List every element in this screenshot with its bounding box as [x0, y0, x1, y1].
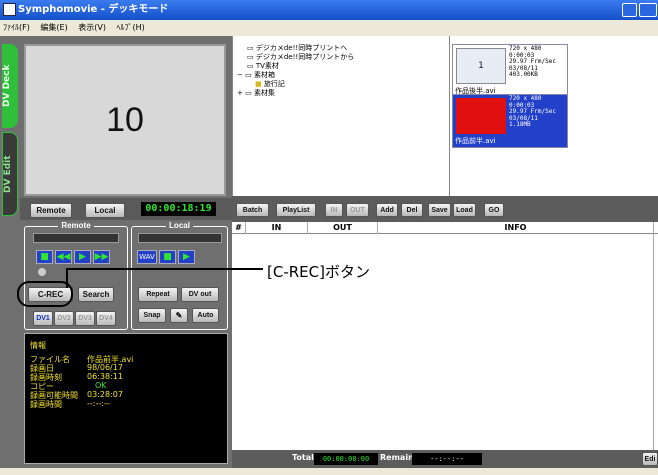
title-bar: Symphomovie - デッキモード	[0, 0, 658, 20]
callout-ring	[17, 281, 73, 307]
playlist-button[interactable]: PlayList	[276, 203, 316, 217]
remote-rewind-button[interactable]: ◀◀	[55, 250, 72, 264]
local-stop-button[interactable]: ■	[159, 250, 176, 264]
edit-button[interactable]: Edi	[642, 452, 658, 466]
dv2-button[interactable]: DV2	[54, 311, 74, 326]
menu-bar: ﾌｧｲﾙ(F) 編集(E) 表示(V) ﾍﾙﾌﾟ(H)	[0, 20, 658, 36]
remote-button[interactable]: Remote	[30, 203, 72, 218]
total-bar: Total 00:00:00:00 Remain --:--:-- Edi	[232, 450, 658, 468]
repeat-button[interactable]: Repeat	[138, 287, 178, 302]
record-indicator	[38, 268, 46, 276]
clip-thumbnail: 1	[456, 48, 506, 84]
remote-play-button[interactable]: ▶	[74, 250, 91, 264]
callout-line	[66, 268, 68, 288]
batch-button[interactable]: Batch	[236, 203, 269, 217]
video-monitor: 10	[24, 44, 226, 196]
remote-fastforward-button[interactable]: ▶▶	[93, 250, 110, 264]
info-value: OK	[95, 381, 107, 390]
column-header-num[interactable]: #	[232, 222, 246, 234]
info-value: --:--:--	[87, 399, 110, 408]
add-button[interactable]: Add	[376, 203, 398, 217]
menu-help[interactable]: ﾍﾙﾌﾟ(H)	[117, 20, 145, 36]
app-icon	[3, 3, 16, 16]
local-jog-slider[interactable]	[138, 233, 222, 243]
remain-timecode: --:--:--	[412, 453, 482, 465]
callout-line	[68, 268, 263, 270]
tool-icon[interactable]: ✎	[170, 308, 188, 323]
minimize-button[interactable]	[622, 3, 637, 17]
callout-label: [C-REC]ボタン	[267, 263, 370, 281]
window-title: Symphomovie - デッキモード	[18, 4, 169, 15]
timecode-display: 00:00:18:19	[141, 202, 216, 216]
clip-card-selected[interactable]: 720 x 480 0:00:03 29.97 Frm/Sec 03/08/11…	[452, 94, 568, 148]
clip-info: 720 x 480 0:00:03 29.97 Frm/Sec 03/08/11…	[509, 95, 556, 128]
info-label: 録画時間	[30, 400, 62, 409]
column-header-info[interactable]: INFO	[378, 222, 654, 234]
clip-thumbnails: 1 720 x 480 0:00:03 29.97 Frm/Sec 03/08/…	[450, 36, 658, 196]
status-bar	[0, 468, 658, 475]
clip-thumbnail	[456, 98, 506, 134]
tree-expander-icon[interactable]: −	[237, 71, 243, 79]
info-value: 06:38:11	[87, 372, 123, 381]
menu-view[interactable]: 表示(V)	[78, 20, 106, 36]
local-play-button[interactable]: ▶	[178, 250, 195, 264]
tree-expander-icon[interactable]: +	[237, 89, 243, 97]
clip-name: 作品前半.avi	[455, 137, 496, 145]
batch-list-header: # IN OUT INFO	[232, 222, 658, 234]
menu-file[interactable]: ﾌｧｲﾙ(F)	[3, 20, 30, 36]
load-button[interactable]: Load	[453, 203, 476, 217]
remote-jog-slider[interactable]	[33, 233, 119, 243]
info-heading: 情報	[30, 341, 46, 350]
info-panel: 情報 ファイル名 作品前半.avi 録画日 98/06/17 録画時刻 06:3…	[24, 333, 228, 464]
column-header-out[interactable]: OUT	[308, 222, 378, 234]
info-value: 98/06/17	[87, 363, 123, 372]
remote-stop-button[interactable]: ■	[36, 250, 53, 264]
tab-dv-deck[interactable]: DV Deck	[2, 44, 18, 128]
dv4-button[interactable]: DV4	[96, 311, 116, 326]
auto-button[interactable]: Auto	[192, 308, 219, 323]
search-button[interactable]: Search	[78, 287, 114, 302]
mode-tabs: DV Deck DV Edit	[0, 36, 20, 256]
total-label: Total	[292, 453, 314, 462]
monitor-frame-number: 10	[106, 101, 144, 139]
folder-icon: ■	[255, 80, 262, 88]
clip-info: 720 x 480 0:00:03 29.97 Frm/Sec 03/08/11…	[509, 45, 556, 78]
remote-group-label: Remote	[58, 221, 94, 230]
dv-out-button[interactable]: DV out	[181, 287, 219, 302]
dv1-button[interactable]: DV1	[33, 311, 53, 326]
snap-button[interactable]: Snap	[138, 308, 166, 323]
info-value: 03:28:07	[87, 390, 123, 399]
column-header-in[interactable]: IN	[246, 222, 308, 234]
remain-label: Remain	[380, 453, 414, 462]
menu-edit[interactable]: 編集(E)	[40, 20, 67, 36]
maximize-button[interactable]	[639, 3, 657, 17]
dv3-button[interactable]: DV3	[75, 311, 95, 326]
local-button[interactable]: Local	[85, 203, 125, 218]
tree-item[interactable]: + ▭ 素材集	[237, 88, 275, 98]
local-group-label: Local	[166, 221, 193, 230]
total-timecode: 00:00:00:00	[314, 453, 378, 465]
in-button[interactable]: IN	[325, 203, 343, 217]
folder-tree: ▭ デジカメde!!同時プリントへ ▭ デジカメde!!同時プリントから ▭ T…	[232, 36, 450, 196]
save-button[interactable]: Save	[428, 203, 451, 217]
out-button[interactable]: OUT	[346, 203, 369, 217]
tab-dv-edit[interactable]: DV Edit	[2, 132, 18, 216]
clip-card[interactable]: 1 720 x 480 0:00:03 29.97 Frm/Sec 03/08/…	[452, 44, 568, 98]
delete-button[interactable]: Del	[401, 203, 423, 217]
wav-button[interactable]: WAV	[137, 250, 157, 264]
go-button[interactable]: GO	[484, 203, 504, 217]
